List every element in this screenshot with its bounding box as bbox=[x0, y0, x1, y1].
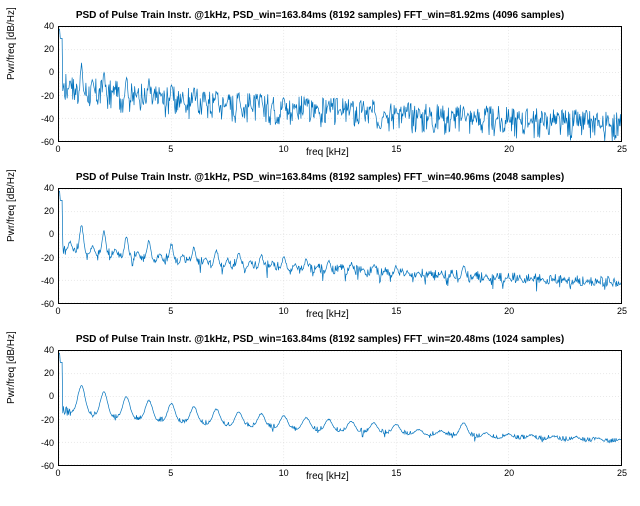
psd-trace bbox=[59, 353, 621, 442]
x-tick-label: 0 bbox=[55, 468, 60, 478]
y-axis-ticks: -60-40-2002040 bbox=[8, 26, 56, 142]
y-tick-label: -40 bbox=[41, 276, 54, 286]
x-tick-label: 20 bbox=[504, 306, 514, 316]
y-tick-label: 0 bbox=[49, 67, 54, 77]
y-tick-label: 0 bbox=[49, 391, 54, 401]
y-tick-label: -60 bbox=[41, 137, 54, 147]
x-tick-label: 25 bbox=[617, 144, 627, 154]
y-tick-label: -20 bbox=[41, 253, 54, 263]
x-tick-label: 15 bbox=[391, 306, 401, 316]
x-tick-label: 20 bbox=[504, 468, 514, 478]
y-axis-ticks: -60-40-2002040 bbox=[8, 350, 56, 466]
x-tick-label: 5 bbox=[168, 144, 173, 154]
y-tick-label: 0 bbox=[49, 229, 54, 239]
x-tick-label: 0 bbox=[55, 306, 60, 316]
y-tick-label: -40 bbox=[41, 114, 54, 124]
y-axis-ticks: -60-40-2002040 bbox=[8, 188, 56, 304]
x-tick-label: 20 bbox=[504, 144, 514, 154]
chart-title: PSD of Pulse Train Instr. @1kHz, PSD_win… bbox=[8, 334, 632, 345]
y-tick-label: -20 bbox=[41, 91, 54, 101]
y-tick-label: 20 bbox=[44, 44, 54, 54]
x-axis-label: freq [kHz] bbox=[306, 147, 349, 158]
y-tick-label: 40 bbox=[44, 21, 54, 31]
x-tick-label: 15 bbox=[391, 144, 401, 154]
y-tick-label: -60 bbox=[41, 461, 54, 471]
plot-area bbox=[58, 26, 622, 142]
x-tick-label: 0 bbox=[55, 144, 60, 154]
y-tick-label: -60 bbox=[41, 299, 54, 309]
x-tick-label: 10 bbox=[279, 144, 289, 154]
y-tick-label: -20 bbox=[41, 415, 54, 425]
x-tick-label: 25 bbox=[617, 306, 627, 316]
x-tick-label: 10 bbox=[279, 468, 289, 478]
y-tick-label: -40 bbox=[41, 438, 54, 448]
x-tick-label: 15 bbox=[391, 468, 401, 478]
psd-trace bbox=[59, 191, 621, 291]
y-tick-label: 40 bbox=[44, 183, 54, 193]
psd-chart-2: PSD of Pulse Train Instr. @1kHz, PSD_win… bbox=[8, 172, 632, 332]
psd-chart-3: PSD of Pulse Train Instr. @1kHz, PSD_win… bbox=[8, 334, 632, 494]
chart-title: PSD of Pulse Train Instr. @1kHz, PSD_win… bbox=[8, 172, 632, 183]
plot-area bbox=[58, 188, 622, 304]
x-axis-label: freq [kHz] bbox=[306, 471, 349, 482]
psd-trace bbox=[59, 29, 621, 141]
x-tick-label: 25 bbox=[617, 468, 627, 478]
x-tick-label: 5 bbox=[168, 468, 173, 478]
x-tick-label: 5 bbox=[168, 306, 173, 316]
chart-title: PSD of Pulse Train Instr. @1kHz, PSD_win… bbox=[8, 10, 632, 21]
y-tick-label: 20 bbox=[44, 206, 54, 216]
psd-chart-1: PSD of Pulse Train Instr. @1kHz, PSD_win… bbox=[8, 10, 632, 170]
y-tick-label: 40 bbox=[44, 345, 54, 355]
y-tick-label: 20 bbox=[44, 368, 54, 378]
plot-area bbox=[58, 350, 622, 466]
x-axis-label: freq [kHz] bbox=[306, 309, 349, 320]
x-tick-label: 10 bbox=[279, 306, 289, 316]
